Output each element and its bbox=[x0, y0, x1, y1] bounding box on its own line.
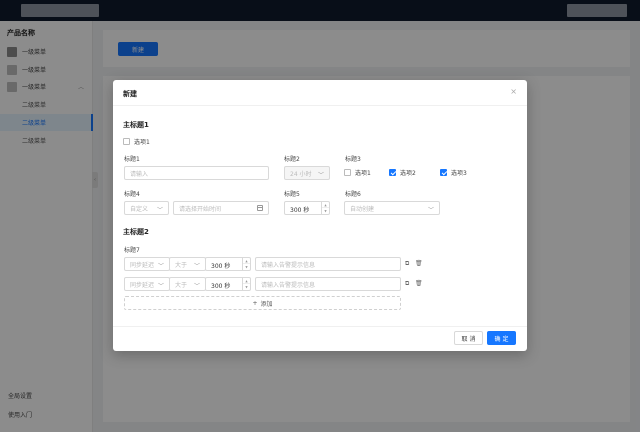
chevron-down-icon: ﹀ bbox=[193, 263, 200, 270]
checkbox-box bbox=[344, 169, 351, 176]
chevron-down-icon: ﹀ bbox=[193, 283, 200, 290]
stepper-value: 300 秒 bbox=[290, 207, 310, 214]
plus-icon: + bbox=[252, 299, 258, 307]
checkbox-label: 选项1 bbox=[355, 170, 371, 177]
title5-stepper[interactable]: 300 秒 ▲ ▼ bbox=[284, 201, 330, 215]
copy-icon[interactable]: ⧉ bbox=[405, 260, 409, 268]
new-modal: 新建 × 主标题1 选项1 标题1 请输入 标题2 24 小时 ﹀ 标题3 选项… bbox=[113, 80, 527, 351]
label2: 标题2 bbox=[284, 156, 300, 163]
select-value: 同步延迟 bbox=[130, 281, 155, 289]
copy-icon[interactable]: ⧉ bbox=[405, 280, 409, 288]
chevron-down-icon: ﹀ bbox=[156, 207, 163, 214]
checkbox-box-checked bbox=[389, 169, 396, 176]
modal-title: 新建 bbox=[123, 90, 137, 98]
title1-input[interactable]: 请输入 bbox=[124, 166, 269, 180]
title6-select[interactable]: 自动创建 ﹀ bbox=[344, 201, 440, 215]
modal-header: 新建 × bbox=[113, 80, 527, 106]
section2-title: 主标题2 bbox=[123, 228, 149, 236]
input-placeholder: 请输入告警提示信息 bbox=[261, 281, 316, 289]
label1: 标题1 bbox=[124, 156, 140, 163]
cancel-button[interactable]: 取 消 bbox=[454, 331, 483, 345]
option1-checkbox[interactable]: 选项1 bbox=[123, 137, 150, 146]
select-value: 自动创建 bbox=[350, 205, 375, 213]
chevron-down-icon: ﹀ bbox=[317, 172, 324, 179]
chevron-down-icon: ﹀ bbox=[427, 207, 434, 214]
section1-title: 主标题1 bbox=[123, 121, 149, 129]
label6: 标题6 bbox=[345, 191, 361, 198]
date-placeholder: 请选择开始时间 bbox=[179, 205, 222, 213]
stepper-controls: ▲ ▼ bbox=[242, 278, 250, 290]
add-rule-button[interactable]: + 添加 bbox=[124, 296, 401, 310]
rule-row1-value-stepper[interactable]: 300 秒 ▲ ▼ bbox=[205, 257, 251, 271]
stepper-down-icon[interactable]: ▼ bbox=[243, 264, 250, 270]
label7: 标题7 bbox=[124, 247, 140, 254]
select-value: 大于 bbox=[175, 261, 188, 269]
rule-row1-message-input[interactable]: 请输入告警提示信息 bbox=[255, 257, 401, 271]
rule-row2-sync-select[interactable]: 同步延迟 ﹀ bbox=[124, 277, 170, 291]
rule-row2-value-stepper[interactable]: 300 秒 ▲ ▼ bbox=[205, 277, 251, 291]
label4: 标题4 bbox=[124, 191, 140, 198]
rule-row2-message-input[interactable]: 请输入告警提示信息 bbox=[255, 277, 401, 291]
select-value: 同步延迟 bbox=[130, 261, 155, 269]
checkbox-box bbox=[123, 138, 130, 145]
input-placeholder: 请输入告警提示信息 bbox=[261, 261, 316, 269]
label5: 标题5 bbox=[284, 191, 300, 198]
confirm-button[interactable]: 确 定 bbox=[487, 331, 516, 345]
title2-select[interactable]: 24 小时 ﹀ bbox=[284, 166, 330, 180]
stepper-value: 300 秒 bbox=[211, 283, 231, 290]
stepper-down-icon[interactable]: ▼ bbox=[243, 284, 250, 290]
rule-row1-op-select[interactable]: 大于 ﹀ bbox=[169, 257, 206, 271]
stepper-value: 300 秒 bbox=[211, 263, 231, 270]
close-icon[interactable]: × bbox=[510, 87, 517, 96]
select-value: 大于 bbox=[175, 281, 188, 289]
calendar-icon bbox=[257, 205, 263, 211]
rule-row1-sync-select[interactable]: 同步延迟 ﹀ bbox=[124, 257, 170, 271]
add-label: 添加 bbox=[260, 300, 273, 308]
checkbox-label: 选项2 bbox=[400, 170, 416, 177]
title3-option2-checkbox[interactable]: 选项2 bbox=[389, 168, 416, 177]
stepper-controls: ▲ ▼ bbox=[242, 258, 250, 270]
label3: 标题3 bbox=[345, 156, 361, 163]
input-placeholder: 请输入 bbox=[130, 170, 149, 178]
delete-icon[interactable]: 🗑 bbox=[415, 260, 423, 267]
chevron-down-icon: ﹀ bbox=[157, 263, 164, 270]
title4-select[interactable]: 自定义 ﹀ bbox=[124, 201, 169, 215]
start-date-picker[interactable]: 请选择开始时间 bbox=[173, 201, 269, 215]
delete-icon[interactable]: 🗑 bbox=[415, 280, 423, 287]
stepper-down-icon[interactable]: ▼ bbox=[322, 208, 329, 214]
title3-option1-checkbox[interactable]: 选项1 bbox=[344, 168, 371, 177]
chevron-down-icon: ﹀ bbox=[157, 283, 164, 290]
checkbox-box-checked bbox=[440, 169, 447, 176]
rule-row2-op-select[interactable]: 大于 ﹀ bbox=[169, 277, 206, 291]
checkbox-label: 选项3 bbox=[451, 170, 467, 177]
title3-option3-checkbox[interactable]: 选项3 bbox=[440, 168, 467, 177]
modal-footer: 取 消 确 定 bbox=[113, 326, 527, 351]
checkbox-label: 选项1 bbox=[134, 139, 150, 146]
select-value: 自定义 bbox=[130, 205, 149, 213]
select-value: 24 小时 bbox=[290, 170, 312, 178]
stepper-controls: ▲ ▼ bbox=[321, 202, 329, 214]
